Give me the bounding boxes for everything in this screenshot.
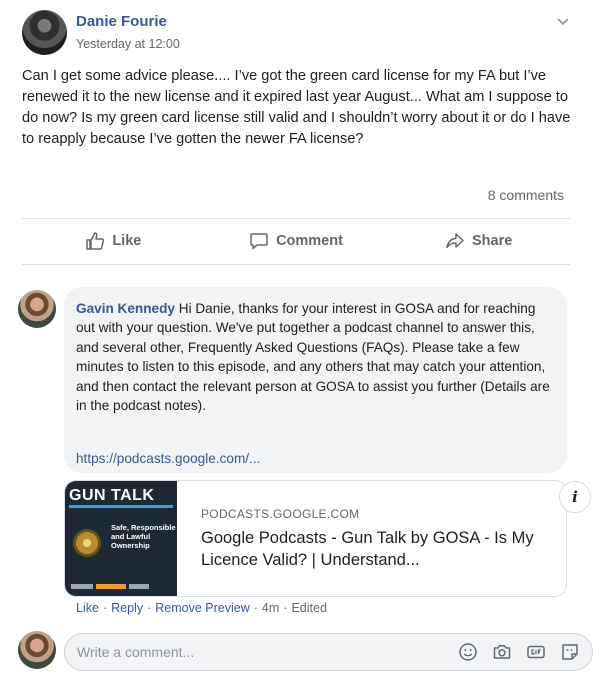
avatar[interactable]	[22, 10, 67, 55]
commenter-name[interactable]: Gavin Kennedy	[76, 301, 175, 316]
remove-preview-link[interactable]: Remove Preview	[155, 601, 249, 615]
thumbnail-accent-bar	[69, 505, 173, 508]
divider	[22, 218, 570, 219]
commenter-avatar[interactable]	[18, 290, 56, 328]
comment-meta: Like · Reply · Remove Preview · 4m · Edited	[76, 601, 327, 615]
comment-bubble: Gavin Kennedy Hi Danie, thanks for your …	[64, 287, 567, 473]
divider	[22, 264, 570, 265]
share-arrow-icon	[446, 233, 464, 249]
post-text: Can I get some advice please.... I’ve go…	[22, 68, 571, 147]
user-avatar[interactable]	[18, 631, 56, 669]
sticker-icon[interactable]	[560, 642, 580, 662]
write-comment-input[interactable]	[77, 634, 437, 670]
share-label: Share	[472, 233, 513, 249]
info-icon[interactable]: i	[559, 481, 591, 513]
thumbnail-title-text: GUN TALK	[69, 487, 155, 504]
comments-count[interactable]: 8 comments	[488, 187, 564, 203]
thumbnail-footer	[71, 582, 171, 590]
comment-text-block: Gavin Kennedy Hi Danie, thanks for your …	[76, 299, 555, 415]
link-preview[interactable]: GUN TALK Safe, Responsible and Lawful Ow…	[64, 480, 567, 597]
thumbnail-subtitle: Safe, Responsible and Lawful Ownership	[111, 523, 176, 550]
camera-icon[interactable]	[492, 642, 512, 662]
badge-icon	[73, 529, 101, 557]
thumbs-up-icon	[86, 232, 105, 250]
comment-like-link[interactable]: Like	[76, 601, 99, 615]
post-header: Danie Fourie Yesterday at 12:00	[22, 8, 578, 58]
comment-link[interactable]: https://podcasts.google.com/...	[76, 451, 260, 466]
comment-tools	[458, 642, 580, 662]
comment-time[interactable]: 4m	[262, 601, 279, 615]
comment-button[interactable]: Comment	[205, 220, 388, 262]
like-button[interactable]: Like	[22, 220, 205, 262]
comment-box	[64, 633, 593, 671]
comment-reply-link[interactable]: Reply	[111, 601, 143, 615]
post-actions: Like Comment Share	[22, 220, 570, 262]
podcast-thumbnail: GUN TALK Safe, Responsible and Lawful Ow…	[65, 481, 177, 596]
comment-edited[interactable]: Edited	[291, 601, 326, 615]
gif-icon[interactable]	[526, 642, 546, 662]
post-author[interactable]: Danie Fourie	[76, 13, 167, 30]
speech-bubble-icon	[250, 233, 268, 250]
comment-text: Hi Danie, thanks for your interest in GO…	[76, 301, 550, 414]
chevron-down-icon[interactable]	[554, 12, 572, 30]
post-time[interactable]: Yesterday at 12:00	[76, 37, 180, 51]
like-label: Like	[112, 233, 142, 249]
emoji-icon[interactable]	[458, 642, 478, 662]
share-button[interactable]: Share	[387, 220, 570, 262]
preview-title[interactable]: Google Podcasts - Gun Talk by GOSA - Is …	[201, 527, 551, 571]
preview-domain: PODCASTS.GOOGLE.COM	[201, 507, 360, 521]
comment-label: Comment	[276, 233, 343, 249]
thumbnail-title: GUN TALK	[69, 487, 173, 508]
